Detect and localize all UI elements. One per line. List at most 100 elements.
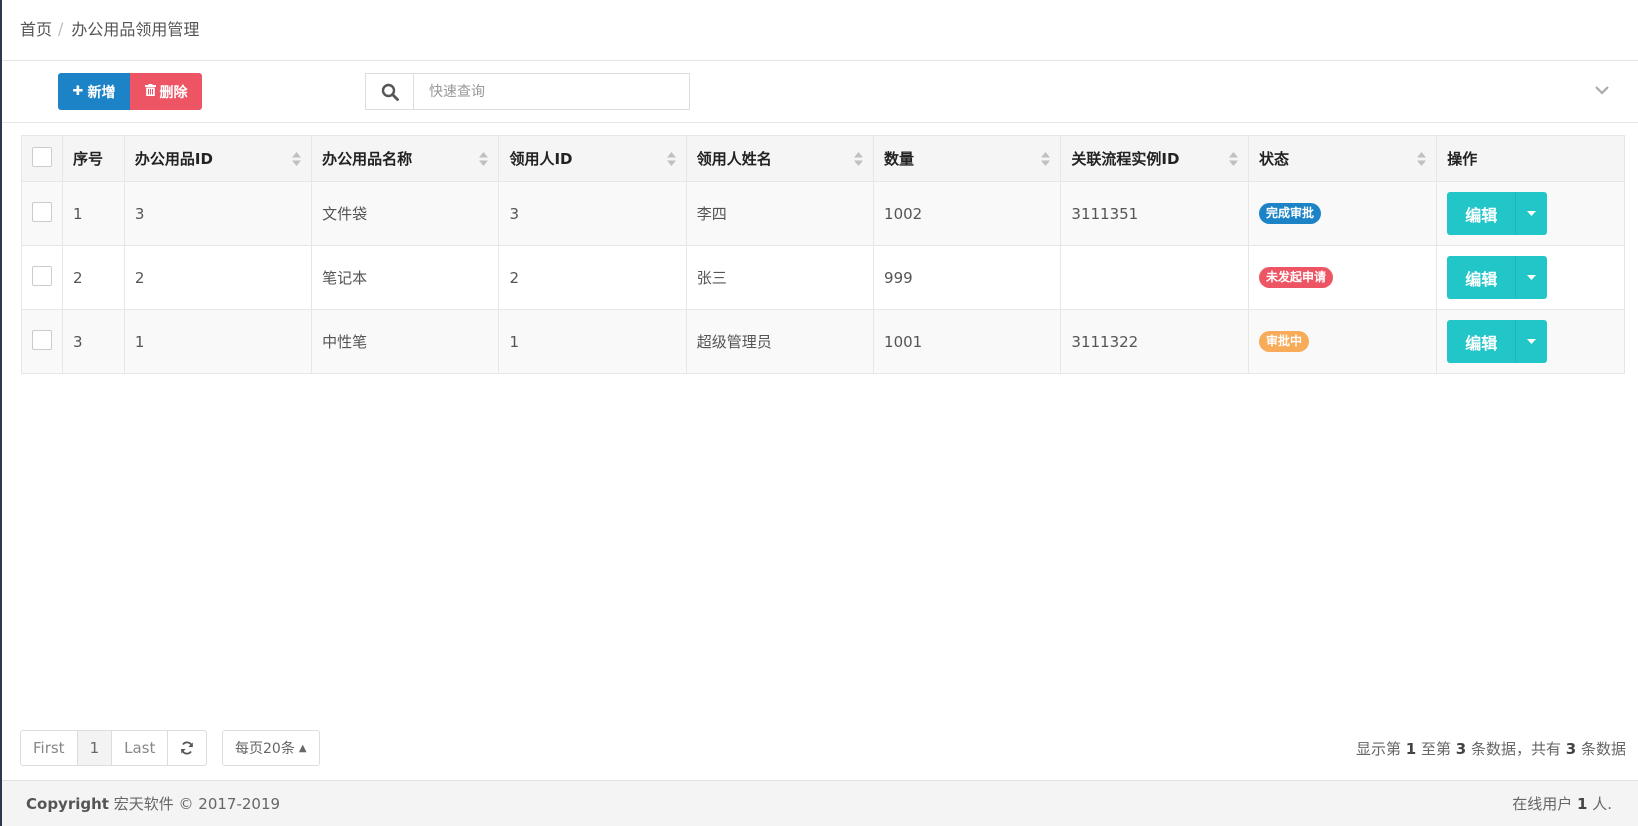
sort-icon [479, 151, 489, 166]
refresh-icon [181, 741, 194, 755]
search-icon[interactable] [365, 73, 413, 110]
chevron-down-icon[interactable] [1592, 80, 1612, 100]
sort-icon [854, 151, 864, 166]
copyright: Copyright 宏天软件 © 2017-2019 [26, 795, 281, 813]
cell-quantity: 1001 [873, 309, 1062, 374]
cell-item-name: 中性笔 [311, 309, 500, 374]
edit-button-group: 编辑 [1447, 192, 1548, 235]
caret-up-icon: ▲ [298, 742, 307, 754]
pagination-page-current[interactable]: 1 [77, 731, 113, 765]
breadcrumb: 首页 / 办公用品领用管理 [20, 16, 199, 40]
add-button-label: 新增 [87, 84, 116, 101]
cell-item-id: 2 [123, 245, 313, 310]
dropdown-toggle[interactable] [1515, 320, 1548, 363]
caret-down-icon [1527, 339, 1537, 344]
trash-icon [144, 83, 156, 100]
column-header-quantity[interactable]: 数量 [873, 135, 1062, 182]
cell-item-id: 3 [123, 181, 313, 246]
row-checkbox[interactable] [32, 329, 52, 350]
refresh-button[interactable] [168, 731, 206, 765]
cell-actions: 编辑 [1436, 309, 1625, 374]
cell-user-name: 超级管理员 [685, 309, 875, 374]
pagination-last[interactable]: Last [112, 731, 169, 765]
edit-button[interactable]: 编辑 [1447, 320, 1516, 363]
breadcrumb-current: 办公用品领用管理 [71, 20, 200, 39]
add-button[interactable]: ✚ 新增 [58, 73, 130, 110]
left-edge [0, 0, 2, 826]
cell-process-id: 3111351 [1060, 181, 1249, 246]
cell-user-id: 3 [498, 181, 687, 246]
select-all-cell [21, 135, 63, 182]
edit-button-group: 编辑 [1447, 320, 1548, 363]
table-row[interactable]: 3 1 中性笔 1 超级管理员 1001 3111322 审批中 编辑 [21, 309, 1625, 374]
cell-actions: 编辑 [1436, 181, 1625, 246]
row-select-cell [21, 181, 63, 246]
cell-seq: 2 [62, 245, 125, 310]
breadcrumb-home[interactable]: 首页 [20, 16, 52, 40]
footer: Copyright 宏天软件 © 2017-2019 在线用户 1 人. [2, 780, 1638, 826]
pagination: First 1 Last [20, 730, 208, 766]
cell-user-name: 李四 [685, 181, 875, 246]
dropdown-toggle[interactable] [1515, 256, 1548, 299]
sort-icon [292, 151, 302, 166]
cell-item-name: 笔记本 [311, 245, 500, 310]
table-row[interactable]: 1 3 文件袋 3 李四 1002 3111351 完成审批 编辑 [21, 181, 1625, 246]
cell-status: 未发起申请 [1247, 245, 1438, 310]
toolbar-buttons: ✚ 新增 删除 [58, 73, 202, 110]
quick-search [365, 73, 690, 110]
edit-button[interactable]: 编辑 [1447, 192, 1516, 235]
divider [2, 60, 1638, 61]
edit-button[interactable]: 编辑 [1447, 256, 1516, 299]
cell-user-id: 1 [498, 309, 687, 374]
caret-down-icon [1527, 211, 1537, 216]
data-table: 序号 办公用品ID 办公用品名称 领用人ID 领用人姓名 数量 关联流程实例ID… [21, 135, 1625, 374]
status-badge: 未发起申请 [1258, 267, 1333, 288]
cell-process-id [1060, 245, 1249, 310]
pagination-first[interactable]: First [21, 731, 78, 765]
delete-button-label: 删除 [159, 84, 188, 101]
column-header-item-name[interactable]: 办公用品名称 [311, 135, 500, 182]
table-row[interactable]: 2 2 笔记本 2 张三 999 未发起申请 编辑 [21, 245, 1625, 310]
row-checkbox[interactable] [32, 265, 52, 286]
page-size-label: 每页20条 [235, 741, 295, 757]
caret-down-icon [1527, 275, 1537, 280]
cell-item-name: 文件袋 [311, 181, 500, 246]
pagination-info: 显示第 1 至第 3 条数据，共有 3 条数据 [1355, 740, 1626, 758]
cell-user-name: 张三 [685, 245, 875, 310]
cell-seq: 3 [62, 309, 125, 374]
status-badge: 审批中 [1258, 331, 1309, 352]
sort-icon [666, 151, 676, 166]
cell-process-id: 3111322 [1060, 309, 1249, 374]
dropdown-toggle[interactable] [1515, 192, 1548, 235]
search-input[interactable] [413, 73, 690, 110]
cell-user-id: 2 [498, 245, 687, 310]
column-header-user-name[interactable]: 领用人姓名 [685, 135, 875, 182]
page-size-select[interactable]: 每页20条 ▲ [222, 730, 320, 766]
cell-seq: 1 [62, 181, 125, 246]
breadcrumb-separator: / [58, 18, 64, 38]
edit-button-group: 编辑 [1447, 256, 1548, 299]
delete-button[interactable]: 删除 [130, 73, 202, 110]
column-header-user-id[interactable]: 领用人ID [498, 135, 687, 182]
column-header-process-id[interactable]: 关联流程实例ID [1060, 135, 1249, 182]
plus-icon: ✚ [72, 84, 84, 99]
column-header-actions: 操作 [1436, 135, 1625, 182]
sort-icon [1228, 151, 1238, 166]
cell-status: 审批中 [1247, 309, 1438, 374]
divider [2, 122, 1638, 123]
table-header-row: 序号 办公用品ID 办公用品名称 领用人ID 领用人姓名 数量 关联流程实例ID… [21, 135, 1625, 182]
row-checkbox[interactable] [32, 201, 52, 222]
sort-icon [1041, 151, 1051, 166]
cell-status: 完成审批 [1247, 181, 1438, 246]
row-select-cell [21, 309, 63, 374]
column-header-status[interactable]: 状态 [1247, 135, 1438, 182]
row-select-cell [21, 245, 63, 310]
column-header-seq: 序号 [62, 135, 125, 182]
cell-quantity: 1002 [873, 181, 1062, 246]
cell-quantity: 999 [873, 245, 1062, 310]
select-all-checkbox[interactable] [32, 146, 52, 167]
column-header-item-id[interactable]: 办公用品ID [123, 135, 313, 182]
sort-icon [1417, 151, 1427, 166]
status-badge: 完成审批 [1258, 203, 1321, 224]
cell-actions: 编辑 [1436, 245, 1625, 310]
